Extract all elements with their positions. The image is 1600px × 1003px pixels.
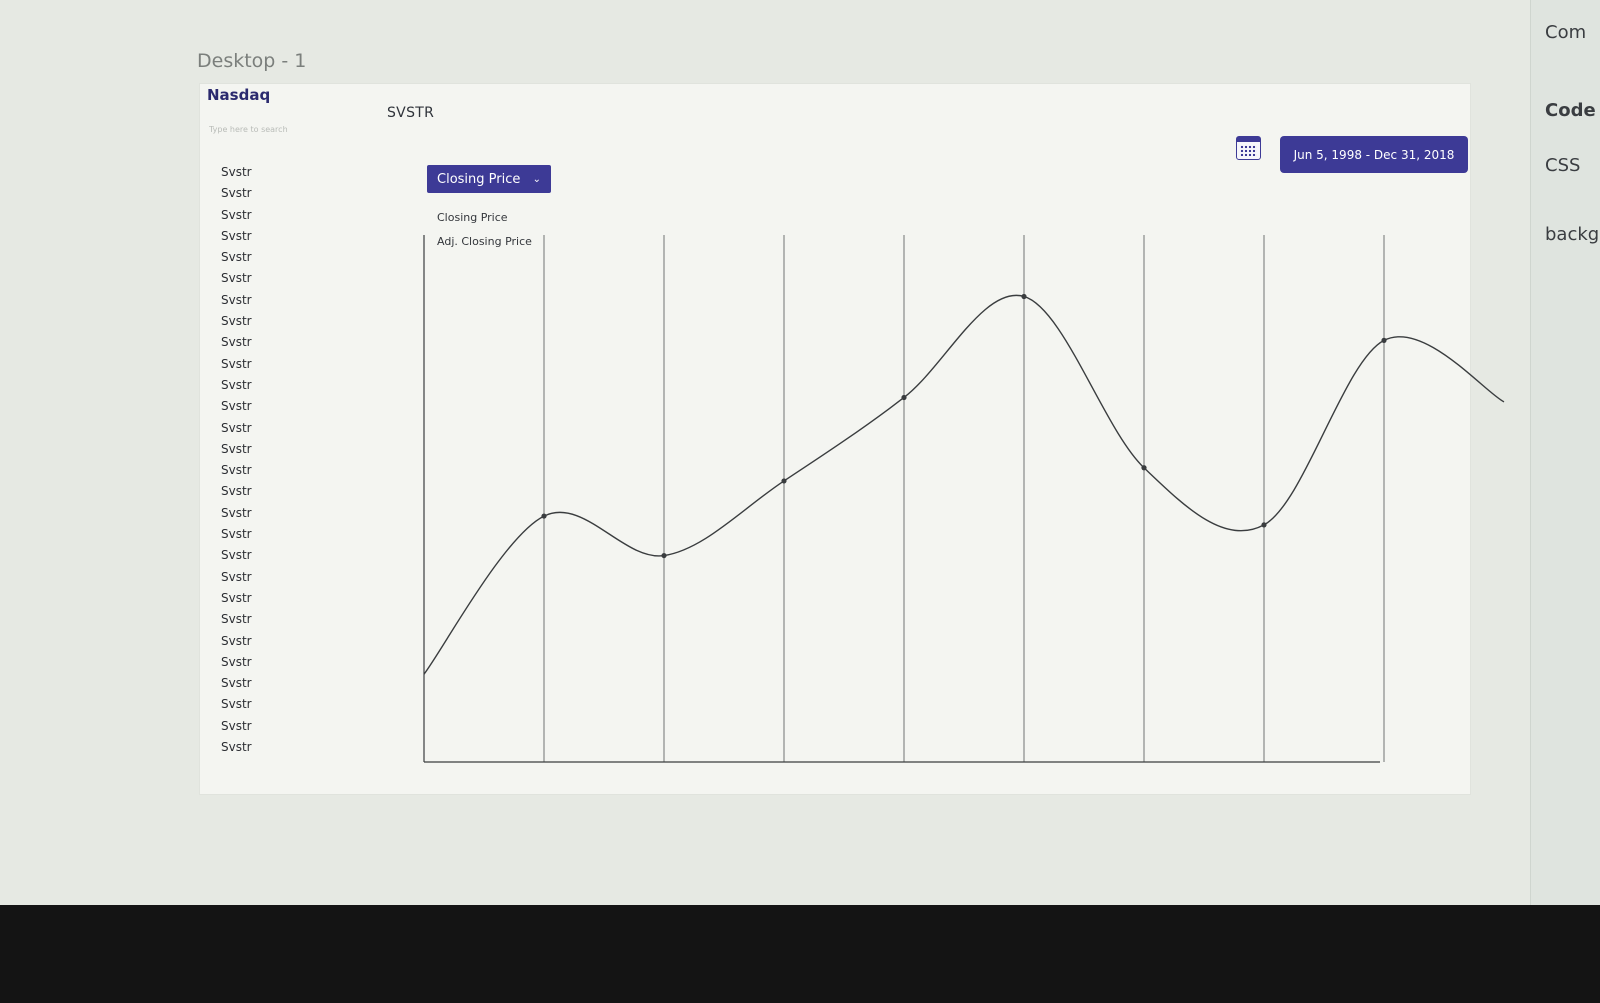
inspector-property-background: backg xyxy=(1545,224,1600,245)
data-point xyxy=(1261,522,1267,528)
data-point xyxy=(901,394,907,401)
price-line xyxy=(423,294,1505,675)
inspector-tab-components[interactable]: Com xyxy=(1545,22,1586,43)
data-point xyxy=(541,513,547,519)
inspector-panel: Com Code CSS backg xyxy=(1530,0,1600,905)
data-point xyxy=(1021,293,1027,300)
price-chart xyxy=(423,235,1505,763)
data-point xyxy=(781,478,787,484)
inspector-tab-code[interactable]: Code xyxy=(1545,100,1596,121)
data-point xyxy=(1141,465,1147,471)
data-point xyxy=(661,552,667,559)
chart-grid xyxy=(543,235,1385,762)
data-point xyxy=(1381,337,1387,343)
monitor-bezel xyxy=(0,905,1600,1003)
inspector-tab-css[interactable]: CSS xyxy=(1545,155,1580,176)
data-points xyxy=(541,293,1387,559)
